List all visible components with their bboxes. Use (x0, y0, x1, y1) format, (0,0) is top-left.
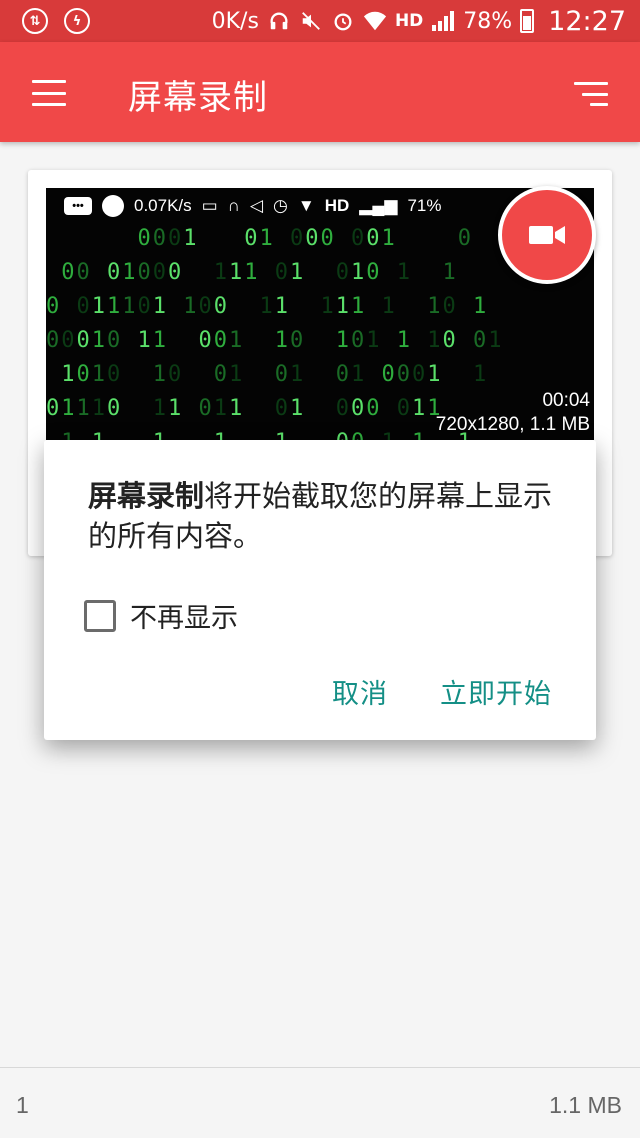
signal-icon (431, 9, 455, 33)
status-left-icons: ⇅ ϟ (22, 8, 90, 34)
wifi-icon: ▼ (297, 196, 315, 215)
message-icon: ••• (64, 197, 92, 215)
start-now-button[interactable]: 立即开始 (440, 672, 552, 711)
record-dot-icon (102, 195, 124, 217)
page-title: 屏幕录制 (128, 78, 268, 118)
total-size: 1.1 MB (549, 1092, 622, 1118)
bug-icon: ϟ (64, 8, 90, 34)
dialog-app-name: 屏幕录制 (88, 479, 205, 513)
download-upload-icon: ⇅ (22, 8, 48, 34)
wifi-icon (363, 9, 387, 33)
status-bar: ⇅ ϟ 0K/s HD 78% 12:27 (0, 0, 640, 42)
net-speed-text: 0K/s (211, 8, 259, 34)
video-resolution-size: 720x1280, 1.1 MB (435, 414, 590, 435)
hd-icon: HD (324, 196, 350, 215)
signal-icon: ▂▄▆ (359, 196, 398, 215)
headset-icon: ∩ (227, 196, 240, 215)
mute-icon (299, 9, 323, 33)
clock: 12:27 (548, 5, 626, 37)
matrix-row: 00010 11 001 10 101 1 10 01 (46, 328, 504, 353)
video-camera-icon (529, 226, 565, 244)
dialog-message: 屏幕录制将开始截取您的屏幕上显示的所有内容。 (88, 476, 568, 556)
thumbnail-net-speed: 0.07K/s (134, 196, 192, 215)
alarm-icon: ◷ (273, 196, 288, 215)
matrix-row: 0 011101 100 11 111 1 10 1 (46, 294, 489, 319)
matrix-row: 1010 10 01 01 01 0001 1 (61, 362, 489, 387)
dont-show-again-row[interactable]: 不再显示 (84, 596, 238, 635)
hd-icon: HD (394, 11, 424, 31)
recording-count: 1 (16, 1092, 29, 1118)
headset-icon (267, 9, 291, 33)
status-right-icons: 0K/s HD 78% 12:27 (212, 0, 626, 42)
alarm-icon (331, 9, 355, 33)
record-button[interactable] (498, 186, 596, 284)
cancel-button[interactable]: 取消 (332, 672, 388, 711)
mute-icon: ◁ (249, 196, 264, 215)
hamburger-menu-icon[interactable] (32, 80, 66, 106)
thumbnail-battery: 71% (407, 196, 442, 215)
cast-icon: ▭ (201, 196, 218, 215)
battery-percent: 78% (463, 8, 513, 34)
sort-icon[interactable] (574, 82, 608, 106)
dont-show-again-checkbox[interactable] (84, 599, 116, 632)
battery-icon (520, 9, 535, 33)
start-recording-dialog: 屏幕录制将开始截取您的屏幕上显示的所有内容。 不再显示 取消 立即开始 (44, 440, 596, 740)
dont-show-again-label[interactable]: 不再显示 (130, 596, 238, 635)
footer-summary: 1 1.1 MB (0, 1067, 640, 1138)
app-bar: 屏幕录制 (0, 42, 640, 142)
video-duration: 00:04 (542, 390, 590, 411)
